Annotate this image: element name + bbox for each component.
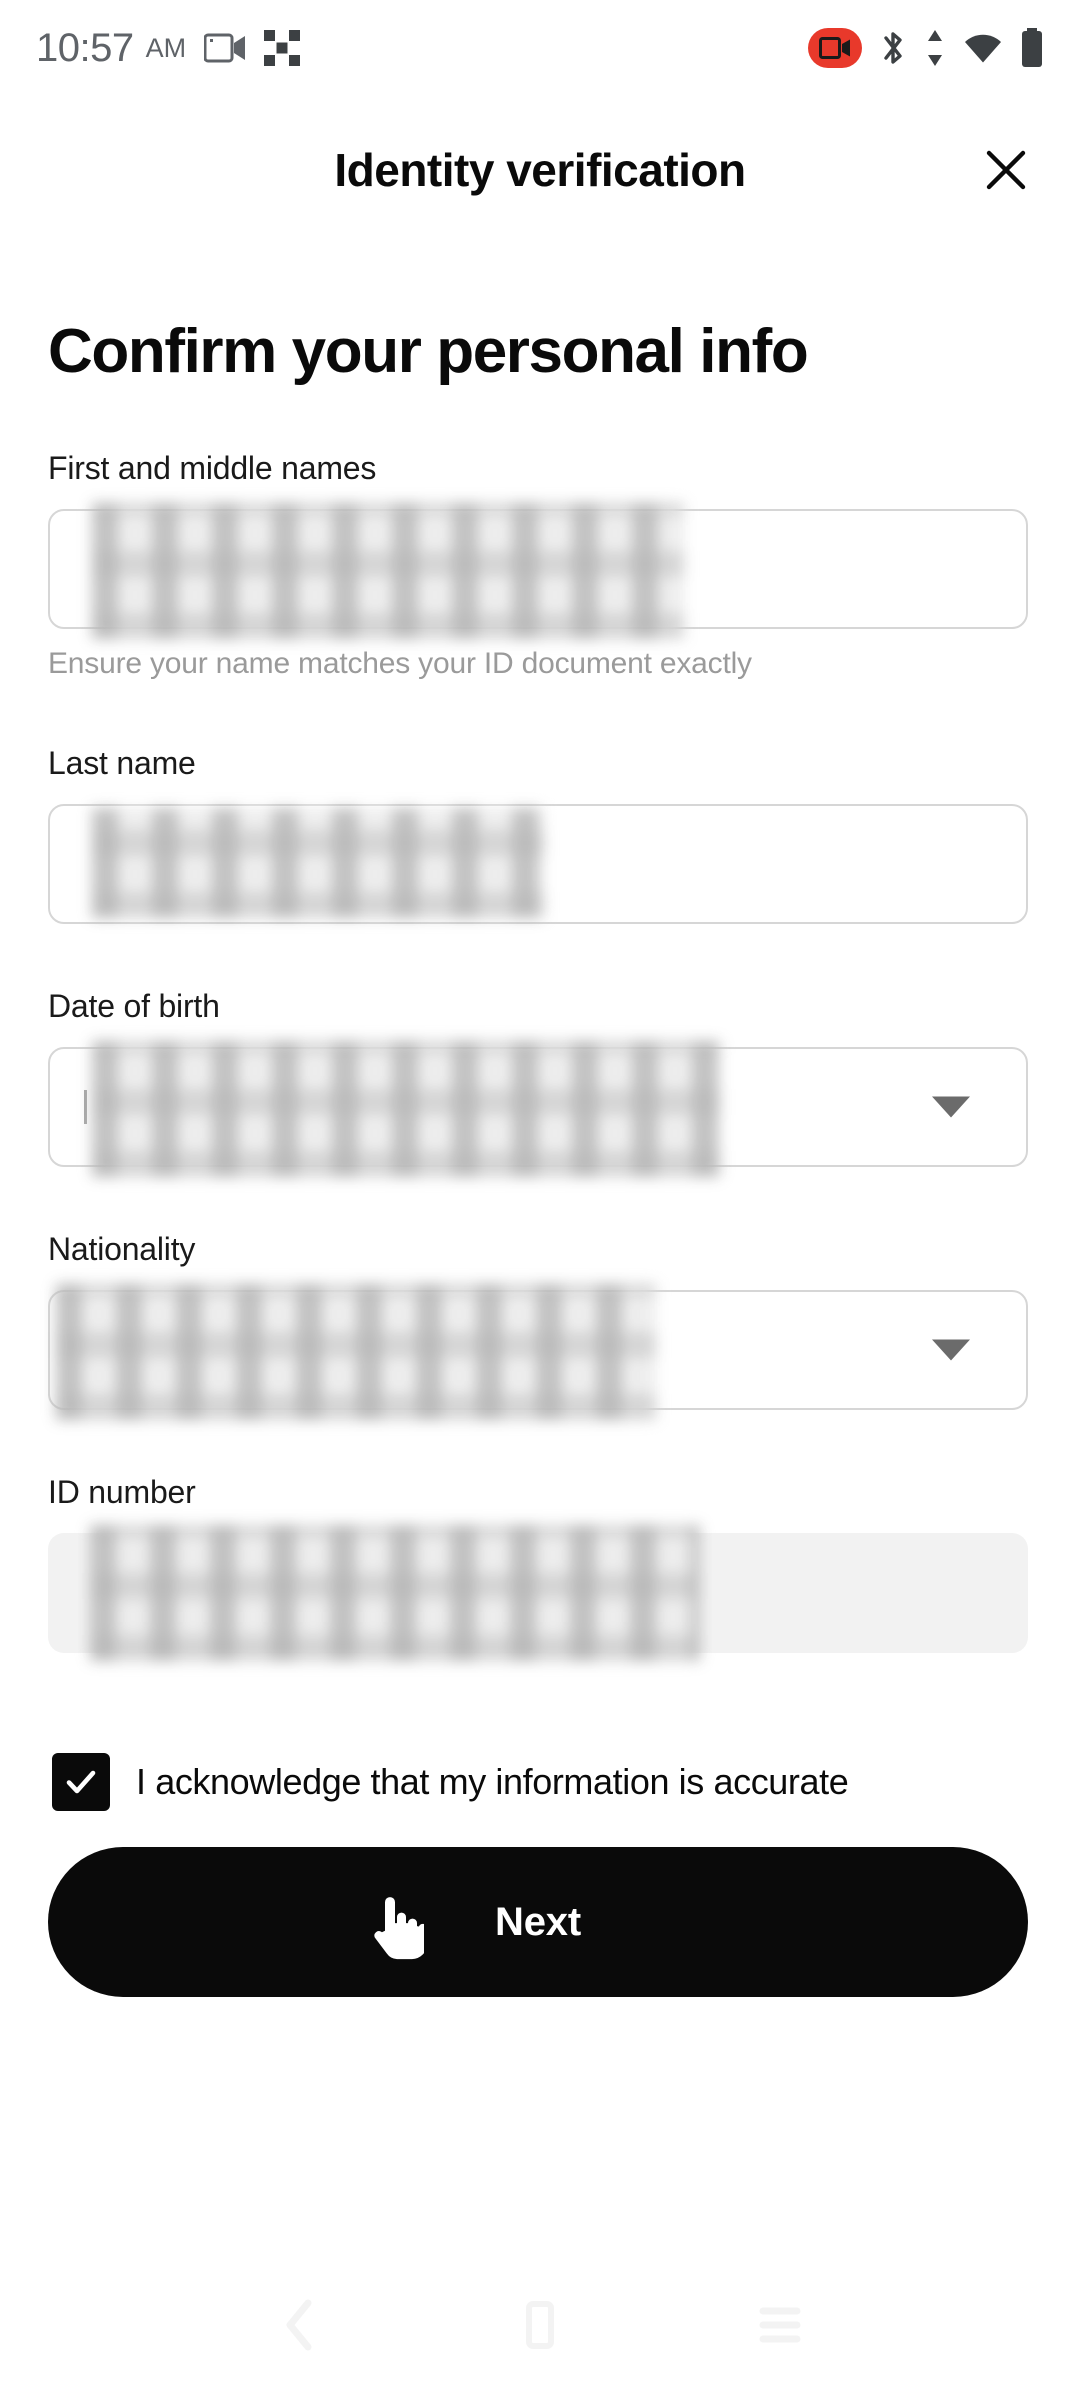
battery-icon xyxy=(1020,28,1044,68)
field-label-first-and-middle-names: First and middle names xyxy=(48,450,377,487)
chevron-down-icon[interactable] xyxy=(932,1096,970,1118)
next-button[interactable]: Next xyxy=(48,1847,1028,1998)
input-first-and-middle-names[interactable] xyxy=(48,503,1028,640)
fragment-icon xyxy=(264,30,301,66)
status-bar-right xyxy=(808,28,1044,68)
recents-icon[interactable] xyxy=(735,2280,825,2370)
home-icon[interactable] xyxy=(495,2280,585,2370)
acknowledgement-checkbox[interactable] xyxy=(52,1753,110,1812)
form-content: Confirm your personal info First and mid… xyxy=(0,215,1080,1998)
status-ampm: AM xyxy=(145,32,187,63)
back-icon[interactable] xyxy=(255,2280,345,2370)
next-button-label: Next xyxy=(495,1899,581,1944)
redacted-value xyxy=(92,503,684,640)
redacted-value xyxy=(92,1041,720,1178)
status-bar-left: 10:57 AM xyxy=(36,25,301,71)
select-date-of-birth[interactable] xyxy=(48,1041,1028,1178)
redacted-value xyxy=(92,808,544,919)
redacted-value xyxy=(56,1284,656,1421)
status-bar: 10:57 AM xyxy=(0,0,1080,96)
input-id-number[interactable] xyxy=(48,1525,1028,1662)
helper-text-first-and-middle-names: Ensure your name matches your ID documen… xyxy=(48,647,752,681)
field-label-last-name: Last name xyxy=(48,745,196,782)
screen-record-icon xyxy=(204,31,246,65)
input-last-name[interactable] xyxy=(48,804,1028,925)
acknowledgement-label: I acknowledge that my information is acc… xyxy=(136,1761,849,1803)
page-title: Identity verification xyxy=(334,144,746,196)
field-id-number: ID number xyxy=(48,1474,1032,1662)
field-label-nationality: Nationality xyxy=(48,1231,196,1268)
acknowledgement-row[interactable]: I acknowledge that my information is acc… xyxy=(48,1753,1032,1812)
wifi-icon xyxy=(962,31,1004,65)
field-nationality: Nationality xyxy=(48,1231,1032,1421)
redacted-value xyxy=(90,1525,700,1662)
status-time: 10:57 xyxy=(36,25,134,70)
chevron-down-icon[interactable] xyxy=(932,1339,970,1361)
select-nationality[interactable] xyxy=(48,1284,1028,1421)
field-first-and-middle-names: First and middle names Ensure your name … xyxy=(48,450,1032,681)
app-screen: 10:57 AM Identity verification Confirm y… xyxy=(0,0,1080,2400)
android-nav-bar xyxy=(0,2250,1080,2400)
section-heading: Confirm your personal info xyxy=(48,317,809,386)
data-transfer-icon xyxy=(924,28,946,68)
check-icon xyxy=(62,1763,100,1801)
field-label-id-number: ID number xyxy=(48,1474,196,1511)
bluetooth-icon xyxy=(878,28,908,68)
pointing-hand-cursor xyxy=(366,1890,424,1966)
screen-record-active-badge-icon xyxy=(808,28,862,68)
modal-header: Identity verification xyxy=(0,125,1080,215)
close-icon[interactable] xyxy=(974,138,1038,202)
field-last-name: Last name xyxy=(48,745,1032,925)
text-caret xyxy=(84,1090,87,1125)
field-label-date-of-birth: Date of birth xyxy=(48,988,220,1025)
field-date-of-birth: Date of birth xyxy=(48,988,1032,1178)
